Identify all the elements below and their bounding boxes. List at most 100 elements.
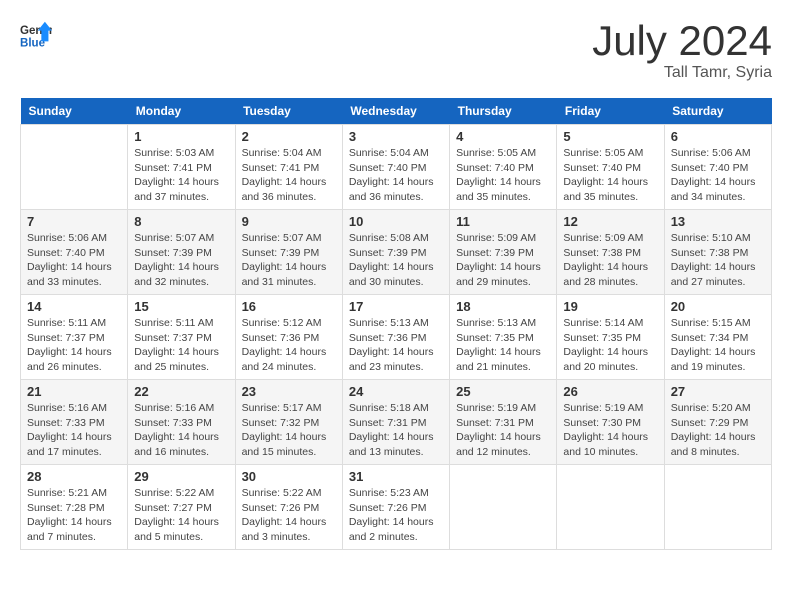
day-cell: 18 Sunrise: 5:13 AMSunset: 7:35 PMDayligh…	[450, 295, 557, 380]
day-info: Sunrise: 5:04 AMSunset: 7:40 PMDaylight:…	[349, 146, 443, 205]
day-cell: 4 Sunrise: 5:05 AMSunset: 7:40 PMDaylight…	[450, 125, 557, 210]
week-row-4: 21 Sunrise: 5:16 AMSunset: 7:33 PMDayligh…	[21, 380, 772, 465]
day-info: Sunrise: 5:22 AMSunset: 7:26 PMDaylight:…	[242, 486, 336, 545]
week-row-2: 7 Sunrise: 5:06 AMSunset: 7:40 PMDaylight…	[21, 210, 772, 295]
day-number: 10	[349, 214, 443, 229]
weekday-header-row: SundayMondayTuesdayWednesdayThursdayFrid…	[21, 98, 772, 125]
day-info: Sunrise: 5:06 AMSunset: 7:40 PMDaylight:…	[27, 231, 121, 290]
weekday-header-wednesday: Wednesday	[342, 98, 449, 125]
day-info: Sunrise: 5:17 AMSunset: 7:32 PMDaylight:…	[242, 401, 336, 460]
day-number: 13	[671, 214, 765, 229]
day-info: Sunrise: 5:22 AMSunset: 7:27 PMDaylight:…	[134, 486, 228, 545]
day-info: Sunrise: 5:04 AMSunset: 7:41 PMDaylight:…	[242, 146, 336, 205]
day-number: 19	[563, 299, 657, 314]
calendar-table: SundayMondayTuesdayWednesdayThursdayFrid…	[20, 98, 772, 550]
day-cell	[557, 465, 664, 550]
weekday-header-sunday: Sunday	[21, 98, 128, 125]
day-cell: 24 Sunrise: 5:18 AMSunset: 7:31 PMDayligh…	[342, 380, 449, 465]
day-info: Sunrise: 5:06 AMSunset: 7:40 PMDaylight:…	[671, 146, 765, 205]
day-number: 2	[242, 129, 336, 144]
day-info: Sunrise: 5:11 AMSunset: 7:37 PMDaylight:…	[134, 316, 228, 375]
day-info: Sunrise: 5:15 AMSunset: 7:34 PMDaylight:…	[671, 316, 765, 375]
day-cell: 26 Sunrise: 5:19 AMSunset: 7:30 PMDayligh…	[557, 380, 664, 465]
day-info: Sunrise: 5:13 AMSunset: 7:36 PMDaylight:…	[349, 316, 443, 375]
day-cell: 20 Sunrise: 5:15 AMSunset: 7:34 PMDayligh…	[664, 295, 771, 380]
title-block: July 2024 Tall Tamr, Syria	[592, 20, 772, 82]
day-number: 18	[456, 299, 550, 314]
day-number: 28	[27, 469, 121, 484]
location-subtitle: Tall Tamr, Syria	[592, 64, 772, 82]
day-cell: 14 Sunrise: 5:11 AMSunset: 7:37 PMDayligh…	[21, 295, 128, 380]
day-cell: 10 Sunrise: 5:08 AMSunset: 7:39 PMDayligh…	[342, 210, 449, 295]
day-info: Sunrise: 5:09 AMSunset: 7:39 PMDaylight:…	[456, 231, 550, 290]
page-title: July 2024	[592, 20, 772, 62]
day-cell: 8Sunrise: 5:07 AMSunset: 7:39 PMDaylight…	[128, 210, 235, 295]
day-cell: 22 Sunrise: 5:16 AMSunset: 7:33 PMDayligh…	[128, 380, 235, 465]
day-number: 8	[134, 214, 228, 229]
day-number: 21	[27, 384, 121, 399]
week-row-5: 28Sunrise: 5:21 AMSunset: 7:28 PMDayligh…	[21, 465, 772, 550]
day-info: Sunrise: 5:19 AMSunset: 7:30 PMDaylight:…	[563, 401, 657, 460]
day-cell: 30Sunrise: 5:22 AMSunset: 7:26 PMDayligh…	[235, 465, 342, 550]
day-info: Sunrise: 5:09 AMSunset: 7:38 PMDaylight:…	[563, 231, 657, 290]
day-info: Sunrise: 5:16 AMSunset: 7:33 PMDaylight:…	[27, 401, 121, 460]
page-header: General Blue July 2024 Tall Tamr, Syria	[20, 20, 772, 82]
day-cell: 21 Sunrise: 5:16 AMSunset: 7:33 PMDayligh…	[21, 380, 128, 465]
day-number: 27	[671, 384, 765, 399]
day-cell: 5 Sunrise: 5:05 AMSunset: 7:40 PMDaylight…	[557, 125, 664, 210]
weekday-header-thursday: Thursday	[450, 98, 557, 125]
week-row-1: 1 Sunrise: 5:03 AMSunset: 7:41 PMDaylight…	[21, 125, 772, 210]
day-number: 15	[134, 299, 228, 314]
week-row-3: 14 Sunrise: 5:11 AMSunset: 7:37 PMDayligh…	[21, 295, 772, 380]
day-cell	[21, 125, 128, 210]
day-cell	[450, 465, 557, 550]
day-number: 24	[349, 384, 443, 399]
day-info: Sunrise: 5:13 AMSunset: 7:35 PMDaylight:…	[456, 316, 550, 375]
day-cell: 15 Sunrise: 5:11 AMSunset: 7:37 PMDayligh…	[128, 295, 235, 380]
day-cell: 28Sunrise: 5:21 AMSunset: 7:28 PMDayligh…	[21, 465, 128, 550]
day-number: 14	[27, 299, 121, 314]
day-cell: 27Sunrise: 5:20 AMSunset: 7:29 PMDayligh…	[664, 380, 771, 465]
day-number: 6	[671, 129, 765, 144]
day-cell: 7 Sunrise: 5:06 AMSunset: 7:40 PMDaylight…	[21, 210, 128, 295]
day-number: 20	[671, 299, 765, 314]
weekday-header-monday: Monday	[128, 98, 235, 125]
day-info: Sunrise: 5:16 AMSunset: 7:33 PMDaylight:…	[134, 401, 228, 460]
day-number: 9	[242, 214, 336, 229]
day-number: 22	[134, 384, 228, 399]
day-number: 5	[563, 129, 657, 144]
logo: General Blue	[20, 20, 52, 52]
day-number: 3	[349, 129, 443, 144]
day-number: 26	[563, 384, 657, 399]
day-info: Sunrise: 5:03 AMSunset: 7:41 PMDaylight:…	[134, 146, 228, 205]
day-number: 4	[456, 129, 550, 144]
day-cell: 16Sunrise: 5:12 AMSunset: 7:36 PMDayligh…	[235, 295, 342, 380]
day-info: Sunrise: 5:05 AMSunset: 7:40 PMDaylight:…	[563, 146, 657, 205]
day-info: Sunrise: 5:10 AMSunset: 7:38 PMDaylight:…	[671, 231, 765, 290]
day-cell: 12 Sunrise: 5:09 AMSunset: 7:38 PMDayligh…	[557, 210, 664, 295]
day-info: Sunrise: 5:18 AMSunset: 7:31 PMDaylight:…	[349, 401, 443, 460]
day-number: 1	[134, 129, 228, 144]
day-cell: 6 Sunrise: 5:06 AMSunset: 7:40 PMDaylight…	[664, 125, 771, 210]
day-cell: 13 Sunrise: 5:10 AMSunset: 7:38 PMDayligh…	[664, 210, 771, 295]
day-info: Sunrise: 5:11 AMSunset: 7:37 PMDaylight:…	[27, 316, 121, 375]
day-cell: 11Sunrise: 5:09 AMSunset: 7:39 PMDayligh…	[450, 210, 557, 295]
day-number: 29	[134, 469, 228, 484]
day-info: Sunrise: 5:19 AMSunset: 7:31 PMDaylight:…	[456, 401, 550, 460]
day-number: 17	[349, 299, 443, 314]
day-cell: 1 Sunrise: 5:03 AMSunset: 7:41 PMDaylight…	[128, 125, 235, 210]
day-cell: 19 Sunrise: 5:14 AMSunset: 7:35 PMDayligh…	[557, 295, 664, 380]
day-cell: 9Sunrise: 5:07 AMSunset: 7:39 PMDaylight…	[235, 210, 342, 295]
day-info: Sunrise: 5:05 AMSunset: 7:40 PMDaylight:…	[456, 146, 550, 205]
day-number: 7	[27, 214, 121, 229]
day-cell: 31Sunrise: 5:23 AMSunset: 7:26 PMDayligh…	[342, 465, 449, 550]
day-number: 16	[242, 299, 336, 314]
day-cell: 25Sunrise: 5:19 AMSunset: 7:31 PMDayligh…	[450, 380, 557, 465]
weekday-header-friday: Friday	[557, 98, 664, 125]
day-info: Sunrise: 5:14 AMSunset: 7:35 PMDaylight:…	[563, 316, 657, 375]
day-info: Sunrise: 5:08 AMSunset: 7:39 PMDaylight:…	[349, 231, 443, 290]
day-number: 31	[349, 469, 443, 484]
day-cell: 29 Sunrise: 5:22 AMSunset: 7:27 PMDayligh…	[128, 465, 235, 550]
day-number: 12	[563, 214, 657, 229]
logo-icon: General Blue	[20, 20, 52, 52]
